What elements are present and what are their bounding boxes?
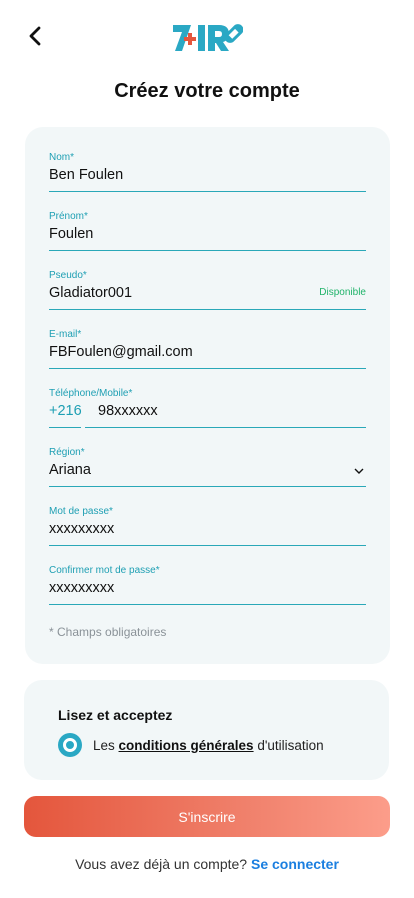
terms-radio-checked[interactable] xyxy=(58,733,82,757)
terms-title: Lisez et acceptez xyxy=(58,707,173,723)
page-title: Créez votre compte xyxy=(114,80,300,102)
confirm-password-field[interactable]: Confirmer mot de passe* xxxxxxxxx xyxy=(49,565,366,605)
username-field[interactable]: Pseudo* Gladiator001 Disponible xyxy=(49,270,366,310)
availability-status: Disponible xyxy=(319,287,366,298)
chevron-down-icon[interactable] xyxy=(354,467,364,475)
signup-button[interactable]: S'inscrire xyxy=(24,796,390,837)
first-name-input[interactable]: Foulen xyxy=(49,226,93,242)
terms-card: Lisez et acceptez Les conditions général… xyxy=(24,680,389,780)
last-name-field[interactable]: Nom* Ben Foulen xyxy=(49,152,366,192)
field-label: Région* xyxy=(49,447,85,458)
country-code[interactable]: +216 xyxy=(49,403,82,419)
email-input[interactable]: FBFoulen@gmail.com xyxy=(49,344,193,360)
region-value[interactable]: Ariana xyxy=(49,462,91,478)
terms-link[interactable]: conditions générales xyxy=(119,738,254,753)
field-label: Pseudo* xyxy=(49,270,87,281)
back-arrow-icon[interactable] xyxy=(22,22,50,50)
username-input[interactable]: Gladiator001 xyxy=(49,285,132,301)
field-label: Téléphone/Mobile* xyxy=(49,388,133,399)
terms-prefix: Les xyxy=(93,738,119,753)
app-logo xyxy=(171,22,244,54)
login-prompt: Vous avez déjà un compte? Se connecter xyxy=(0,856,414,872)
password-input[interactable]: xxxxxxxxx xyxy=(49,521,114,537)
field-label: Mot de passe* xyxy=(49,506,113,517)
registration-form: Nom* Ben Foulen Prénom* Foulen Pseudo* G… xyxy=(25,127,390,664)
login-link[interactable]: Se connecter xyxy=(251,856,339,872)
field-label: E-mail* xyxy=(49,329,82,340)
password-field[interactable]: Mot de passe* xxxxxxxxx xyxy=(49,506,366,546)
phone-field[interactable]: Téléphone/Mobile* +216 98xxxxxx xyxy=(49,388,366,428)
phone-input[interactable]: 98xxxxxx xyxy=(98,403,158,419)
email-field[interactable]: E-mail* FBFoulen@gmail.com xyxy=(49,329,366,369)
region-select[interactable]: Région* Ariana xyxy=(49,447,366,487)
last-name-input[interactable]: Ben Foulen xyxy=(49,167,123,183)
code-divider xyxy=(81,426,85,428)
terms-suffix: d'utilisation xyxy=(253,738,324,753)
confirm-password-input[interactable]: xxxxxxxxx xyxy=(49,580,114,596)
first-name-field[interactable]: Prénom* Foulen xyxy=(49,211,366,251)
field-label: Nom* xyxy=(49,152,75,163)
required-note: * Champs obligatoires xyxy=(49,625,167,639)
terms-text: Les conditions générales d'utilisation xyxy=(93,738,324,753)
field-label: Prénom* xyxy=(49,211,88,222)
login-prompt-text: Vous avez déjà un compte? xyxy=(75,856,251,872)
field-label: Confirmer mot de passe* xyxy=(49,565,160,576)
